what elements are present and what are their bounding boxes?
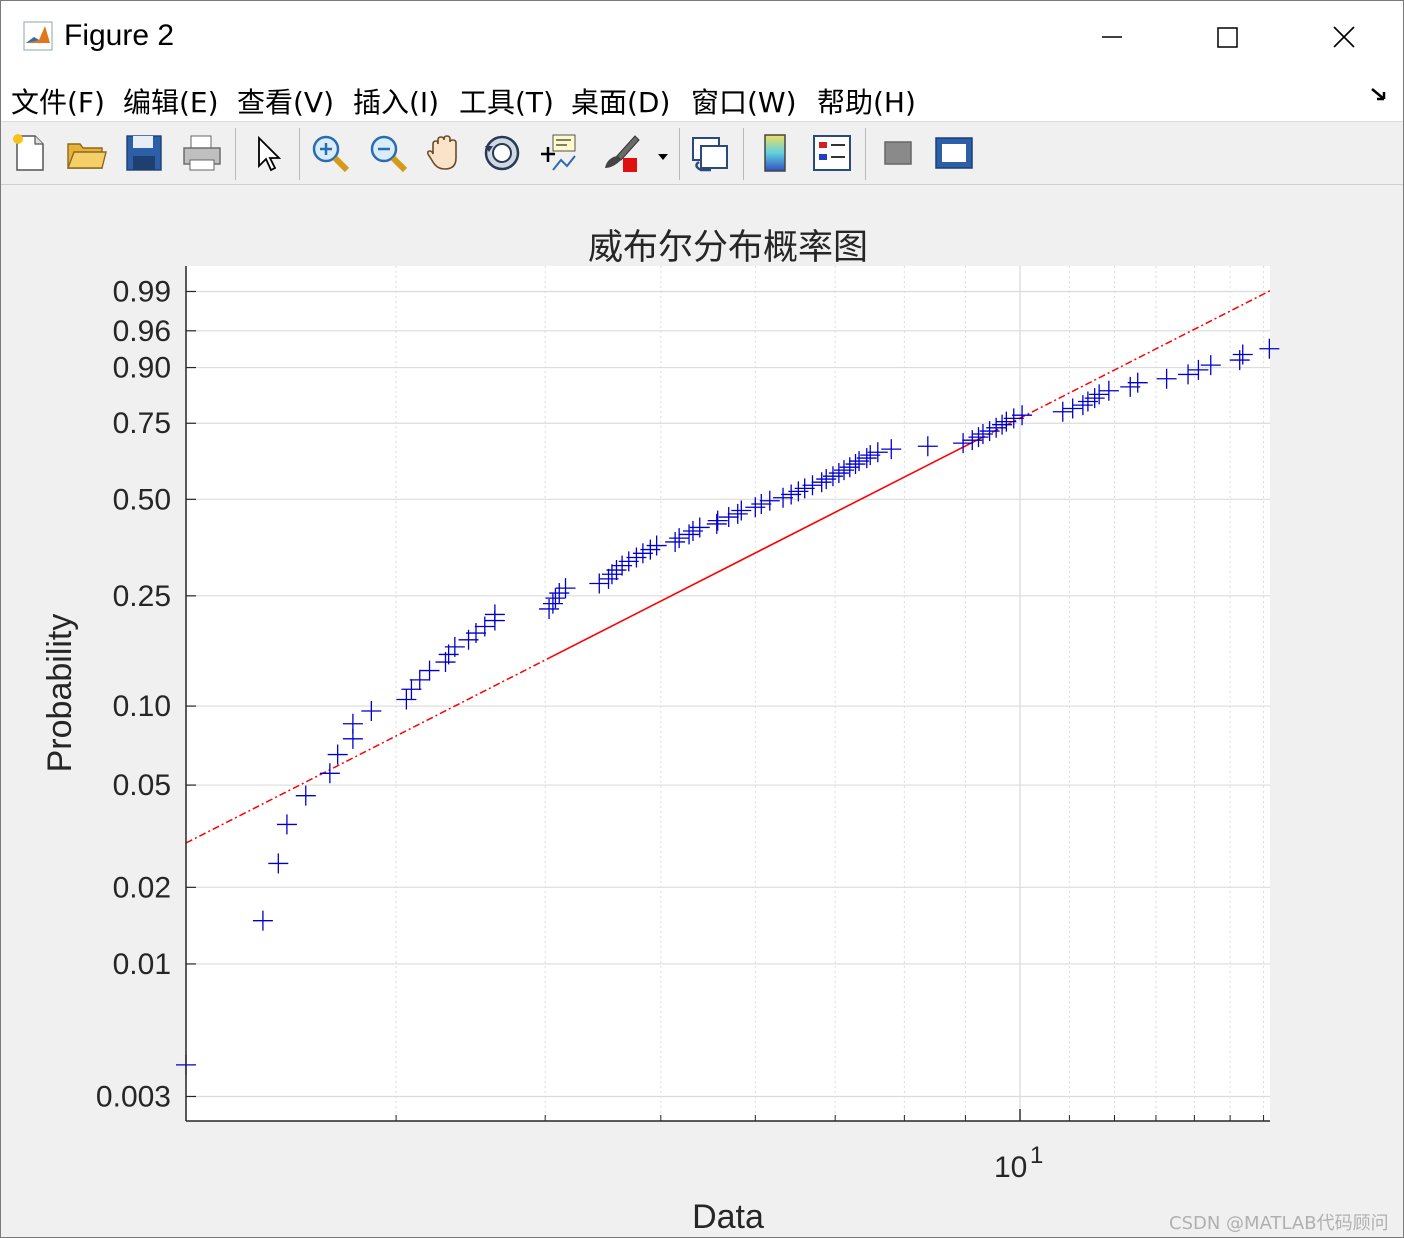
close-button[interactable] — [1285, 1, 1403, 73]
link-plot-icon[interactable] — [689, 132, 731, 174]
save-icon[interactable] — [123, 132, 165, 174]
y-tick-label: 0.003 — [96, 1080, 171, 1113]
figure-canvas: 0.003 0.01 0.02 0.05 0.10 0.25 0.50 0.75 0.90 0.9… — [1, 185, 1403, 1237]
x-tick-label-exponent: 1 — [1030, 1142, 1043, 1169]
menu-window[interactable]: 窗口(W) — [691, 81, 797, 121]
zoom-out-icon[interactable] — [367, 132, 409, 174]
print-icon[interactable] — [181, 132, 223, 174]
figure-window: Figure 2 文件(F) 编辑(E) 查看(V) 插入(I) 工具(T) 桌… — [0, 0, 1404, 1238]
window-title: Figure 2 — [64, 19, 175, 52]
rotate-3d-icon[interactable] — [481, 132, 523, 174]
data-cursor-icon[interactable] — [537, 132, 579, 174]
open-file-icon[interactable] — [65, 132, 107, 174]
menu-view[interactable]: 查看(V) — [237, 81, 334, 121]
menu-desktop[interactable]: 桌面(D) — [571, 81, 670, 121]
x-tick-label-base: 10 — [994, 1151, 1027, 1184]
watermark: CSDN @MATLAB代码顾问 — [1169, 1213, 1389, 1234]
toolbar-separator — [235, 128, 236, 180]
zoom-in-icon[interactable] — [309, 132, 351, 174]
menu-edit[interactable]: 编辑(E) — [123, 81, 219, 121]
y-tick-label: 0.99 — [113, 275, 171, 308]
y-axis-label: Probability — [41, 614, 79, 773]
minimize-button[interactable] — [1053, 1, 1171, 73]
toolbar — [1, 122, 1403, 185]
pan-hand-icon[interactable] — [423, 132, 465, 174]
select-arrow-icon[interactable] — [247, 132, 289, 174]
x-axis-label: Data — [692, 1198, 764, 1236]
new-figure-icon[interactable] — [9, 132, 51, 174]
menu-bar: 文件(F) 编辑(E) 查看(V) 插入(I) 工具(T) 桌面(D) 窗口(W… — [1, 73, 1403, 122]
y-tick-label: 0.25 — [113, 580, 171, 613]
y-tick-label: 0.10 — [113, 690, 171, 723]
toolbar-separator — [865, 128, 866, 180]
title-bar[interactable]: Figure 2 — [1, 1, 1403, 73]
brush-dropdown-icon[interactable] — [653, 132, 673, 174]
matlab-logo-icon — [23, 21, 53, 51]
y-tick-label: 0.96 — [113, 315, 171, 348]
minimize-icon — [1102, 36, 1122, 38]
toolbar-separator — [679, 128, 680, 180]
legend-icon[interactable] — [811, 132, 853, 174]
y-tick-label: 0.75 — [113, 407, 171, 440]
y-tick-label: 0.90 — [113, 352, 171, 385]
menu-tools[interactable]: 工具(T) — [459, 81, 554, 121]
y-tick-label: 0.05 — [113, 769, 171, 802]
colorbar-icon[interactable] — [755, 132, 797, 174]
brush-icon[interactable] — [599, 132, 641, 174]
maximize-button[interactable] — [1169, 1, 1287, 73]
toolbar-separator — [299, 128, 300, 180]
menu-help[interactable]: 帮助(H) — [817, 81, 916, 121]
dock-figure-icon[interactable] — [1369, 85, 1389, 105]
y-tick-label: 0.02 — [113, 871, 171, 904]
hide-plot-tools-icon[interactable] — [877, 132, 919, 174]
y-tick-label: 0.50 — [113, 483, 171, 516]
close-icon — [1333, 26, 1355, 48]
show-plot-tools-icon[interactable] — [933, 132, 975, 174]
chart-title: 威布尔分布概率图 — [588, 228, 868, 268]
y-tick-label: 0.01 — [113, 948, 171, 981]
maximize-icon — [1217, 27, 1238, 48]
menu-file[interactable]: 文件(F) — [11, 81, 105, 121]
menu-insert[interactable]: 插入(I) — [353, 81, 439, 121]
toolbar-separator — [743, 128, 744, 180]
